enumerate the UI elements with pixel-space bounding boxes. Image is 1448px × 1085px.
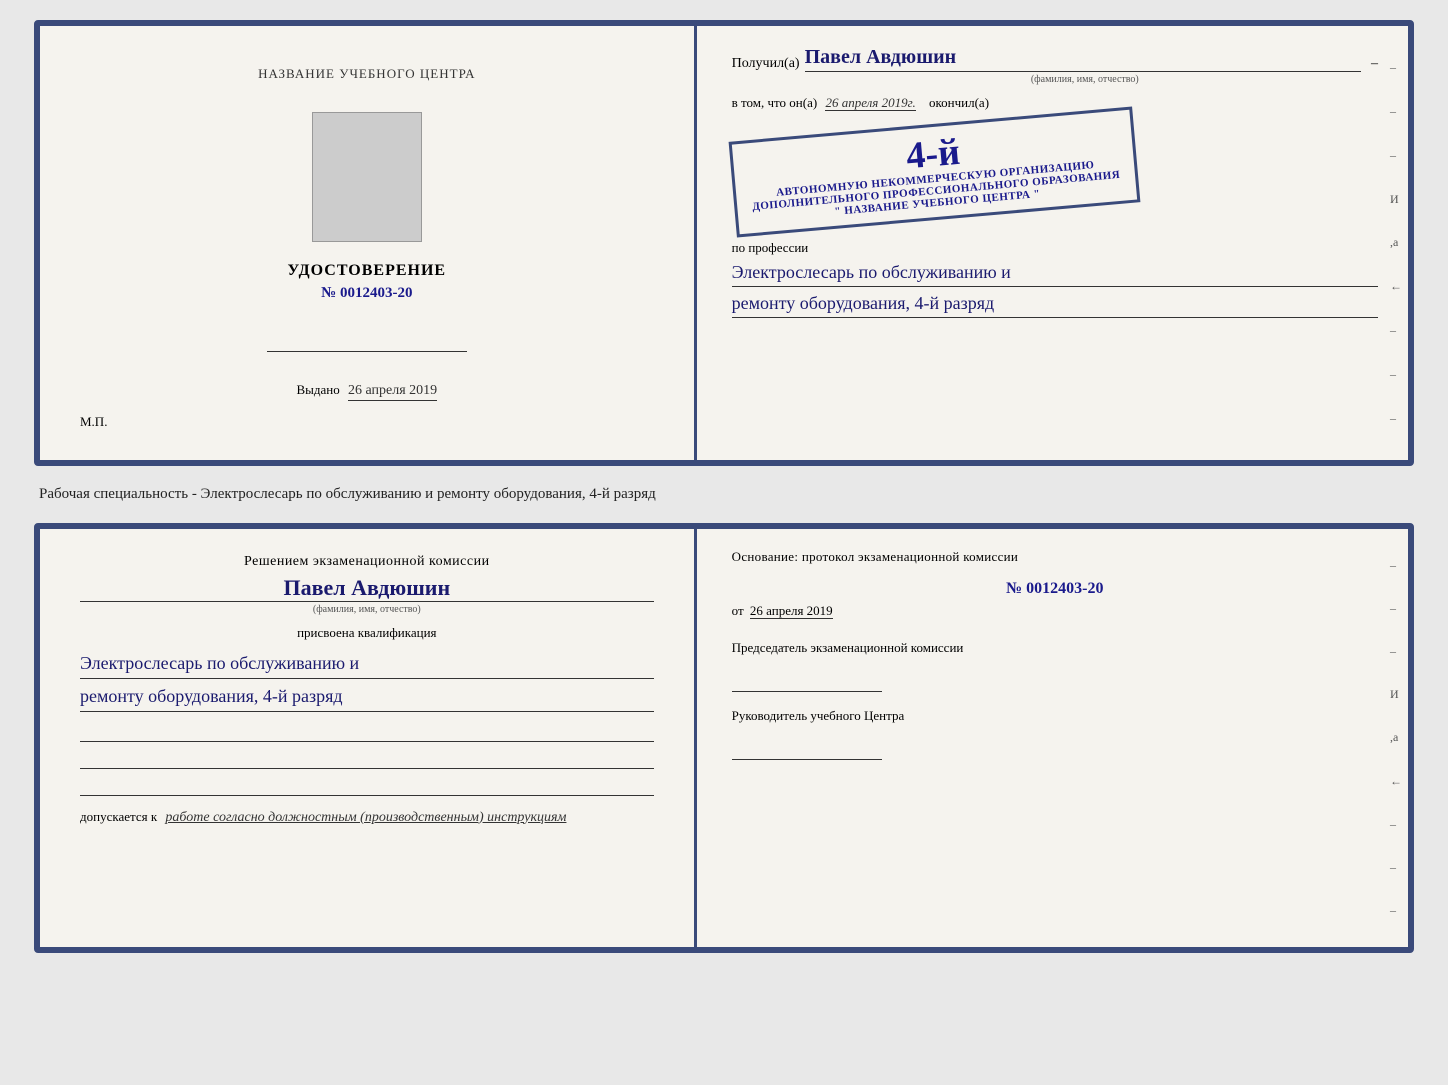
ot-label: от [732,603,744,618]
bottom-doc-right: Основание: протокол экзаменационной коми… [697,529,1408,947]
okonchil-label: окончил(a) [929,95,989,110]
person-name-bottom: Павел Авдюшин [80,575,654,602]
ot-date-line: от 26 апреля 2019 [732,603,1378,619]
middle-label-text: Рабочая специальность - Электрослесарь п… [39,486,656,502]
mp-label: М.П. [80,414,107,430]
ot-date: 26 апреля 2019 [750,603,833,619]
right-dashes: – – – И ,а ← – – – [1390,26,1402,460]
protocol-number: № 0012403-20 [732,580,1378,598]
top-doc-left: НАЗВАНИЕ УЧЕБНОГО ЦЕНТРА УДОСТОВЕРЕНИЕ №… [40,26,697,460]
underline-2 [80,747,654,769]
vtom-date: 26 апреля 2019г. [825,95,915,111]
dopuskaetsya-label: допускается к [80,809,157,824]
top-document: НАЗВАНИЕ УЧЕБНОГО ЦЕНТРА УДОСТОВЕРЕНИЕ №… [34,20,1414,466]
profession-line2: ремонту оборудования, 4-й разряд [732,290,1378,318]
vydano-line: Выдано 26 апреля 2019 [296,382,437,399]
bottom-doc-left: Решением экзаменационной комиссии Павел … [40,529,697,947]
fio-caption-top: (фамилия, имя, отчество) [792,74,1378,85]
underline-3 [80,774,654,796]
top-title: НАЗВАНИЕ УЧЕБНОГО ЦЕНТРА [258,66,475,82]
rukovoditel-label: Руководитель учебного Центра [732,707,1378,725]
vtom-line: в том, что он(a) 26 апреля 2019г. окончи… [732,95,1378,111]
fio-caption-bottom: (фамилия, имя, отчество) [80,604,654,615]
vtom-label: в том, что он(a) [732,95,818,110]
underline-1 [80,720,654,742]
photo-placeholder [312,112,422,242]
bottom-document: Решением экзаменационной комиссии Павел … [34,523,1414,953]
predsedatel-label: Председатель экзаменационной комиссии [732,639,1378,657]
predsedatel-block: Председатель экзаменационной комиссии [732,639,1378,692]
po-professii: по профессии [732,240,1378,256]
qualification-line2: ремонту оборудования, 4-й разряд [80,682,654,712]
prisvoena-label: присвоена квалификация [80,625,654,641]
certificate-label: УДОСТОВЕРЕНИЕ [288,262,447,280]
vydano-date: 26 апреля 2019 [348,383,437,401]
rukovoditel-signature-line [732,740,882,760]
predsedatel-signature-line [732,672,882,692]
osnovanie-title: Основание: протокол экзаменационной коми… [732,549,1378,565]
poluchil-label: Получил(a) [732,56,800,72]
qualification-line1: Электрослесарь по обслуживанию и [80,649,654,679]
vydano-label: Выдано [296,382,339,397]
page-wrapper: НАЗВАНИЕ УЧЕБНОГО ЦЕНТРА УДОСТОВЕРЕНИЕ №… [20,20,1428,953]
rukovoditel-block: Руководитель учебного Центра [732,707,1378,760]
dopuskaetsya-line: допускается к работе согласно должностны… [80,809,654,826]
top-doc-right: Получил(a) Павел Авдюшин – (фамилия, имя… [697,26,1408,460]
certificate-number: № 0012403-20 [321,285,412,302]
poluchil-line: Получил(a) Павел Авдюшин – [732,46,1378,72]
middle-label: Рабочая специальность - Электрослесарь п… [34,484,1414,505]
person-name-top: Павел Авдюшин [805,46,1361,72]
dopuskaetsya-value: работе согласно должностным (производств… [165,810,566,825]
resheniem-title: Решением экзаменационной комиссии [80,554,654,570]
bottom-right-dashes: – – – И ,а ← – – – [1390,529,1402,947]
stamp-block: 4-й АВТОНОМНУЮ НЕКОММЕРЧЕСКУЮ ОРГАНИЗАЦИ… [728,107,1140,238]
profession-line1: Электрослесарь по обслуживанию и [732,259,1378,287]
